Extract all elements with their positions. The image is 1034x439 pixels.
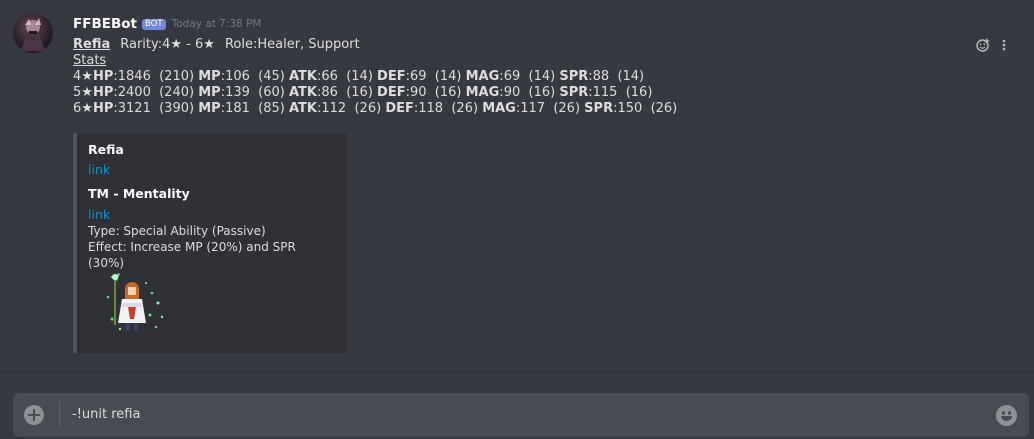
stat-bonus-def: (16) xyxy=(434,85,462,100)
stats-row-rarity: 4★ xyxy=(73,69,93,84)
stat-value-def: 90 xyxy=(409,85,427,100)
stat-value-spr: 88 xyxy=(592,69,610,84)
stat-bonus-hp: (210) xyxy=(159,69,195,84)
stat-value-mp: 106 xyxy=(225,69,250,84)
message-actions xyxy=(976,38,1006,55)
bot-tag: BOT xyxy=(141,18,166,30)
stat-value-mag: 117 xyxy=(520,101,546,116)
emoji-icon[interactable] xyxy=(996,405,1017,426)
stat-value-atk: 66 xyxy=(321,69,338,84)
stat-bonus-hp: (390) xyxy=(159,101,195,116)
stat-label-spr: SPR xyxy=(559,85,589,100)
stat-label-mp: MP xyxy=(198,101,221,116)
stats-row-rarity: 5★ xyxy=(73,85,93,100)
stat-label-def: DEF xyxy=(377,69,406,84)
stat-value-mp: 181 xyxy=(225,101,250,116)
unit-embed: Refia link TM - Mentality link Type: Spe… xyxy=(73,133,347,353)
stat-label-def: DEF xyxy=(385,101,414,116)
more-options-icon[interactable] xyxy=(1002,39,1006,54)
stat-label-mag: MAG xyxy=(482,101,516,116)
composer-separator xyxy=(59,401,60,429)
stat-label-mag: MAG xyxy=(465,69,500,84)
message-composer: -!unit refia xyxy=(13,393,1029,437)
stats-table: 4★HP:1846 (210) MP:106 (45) ATK:66 (14) … xyxy=(73,69,974,117)
message-content: FFBEBot BOT Today at 7:38 PM Refia Rarity… xyxy=(73,14,974,117)
stat-label-mp: MP xyxy=(198,69,221,84)
stat-label-hp: HP xyxy=(92,69,114,84)
bot-avatar[interactable] xyxy=(13,13,53,53)
stat-value-def: 118 xyxy=(418,101,444,116)
stat-bonus-spr: (26) xyxy=(650,101,678,116)
tm-effect: Effect: Increase MP (20%) and SPR (30%) xyxy=(88,240,296,270)
stat-bonus-def: (14) xyxy=(434,69,462,84)
stat-bonus-mag: (26) xyxy=(553,101,581,116)
stat-value-atk: 86 xyxy=(321,85,338,100)
stat-value-hp: 3121 xyxy=(117,101,151,116)
refia-sprite-image xyxy=(106,273,164,331)
tm-type: Type: Special Ability (Passive) xyxy=(88,224,266,238)
stat-value-spr: 115 xyxy=(592,85,618,100)
stats-label-line: Stats xyxy=(73,53,974,69)
chat-window: FFBEBot BOT Today at 7:38 PM Refia Rarity… xyxy=(0,0,1034,439)
stat-bonus-mag: (16) xyxy=(528,85,556,100)
stat-value-spr: 150 xyxy=(617,101,643,116)
embed-link-1[interactable]: link xyxy=(88,162,335,178)
stat-bonus-mag: (14) xyxy=(528,69,556,84)
stats-label: Stats xyxy=(73,53,107,68)
embed-link-2[interactable]: link xyxy=(88,207,335,223)
tm-title: TM - Mentality xyxy=(88,186,190,201)
stats-row: 4★HP:1846 (210) MP:106 (45) ATK:66 (14) … xyxy=(73,69,645,84)
stat-bonus-spr: (16) xyxy=(625,85,653,100)
avatar-art xyxy=(21,18,45,51)
stat-bonus-atk: (16) xyxy=(346,85,373,100)
unit-info-line: Refia Rarity:4★ - 6★ Role:Healer, Support xyxy=(73,37,974,53)
stats-row: 6★HP:3121 (390) MP:181 (85) ATK:112 (26)… xyxy=(73,101,678,116)
embed-title: Refia xyxy=(88,142,124,157)
message-header: FFBEBot BOT Today at 7:38 PM xyxy=(73,14,974,34)
bot-message: FFBEBot BOT Today at 7:38 PM Refia Rarity… xyxy=(0,0,1034,370)
add-reaction-icon[interactable] xyxy=(976,38,990,55)
stat-bonus-atk: (26) xyxy=(354,101,382,116)
stat-label-spr: SPR xyxy=(559,69,589,84)
stat-bonus-hp: (240) xyxy=(159,85,195,100)
stat-bonus-mp: (45) xyxy=(258,69,285,84)
stat-label-hp: HP xyxy=(92,101,114,116)
stat-value-mag: 90 xyxy=(503,85,521,100)
stat-value-atk: 112 xyxy=(321,101,347,116)
stat-value-mag: 69 xyxy=(503,69,521,84)
rarity-text: Rarity:4★ - 6★ xyxy=(120,37,215,52)
unit-name: Refia xyxy=(73,37,111,52)
stat-bonus-mp: (60) xyxy=(258,85,285,100)
stat-label-def: DEF xyxy=(377,85,406,100)
stat-label-atk: ATK xyxy=(289,85,317,100)
stats-row-rarity: 6★ xyxy=(73,101,93,116)
stat-value-def: 69 xyxy=(409,69,427,84)
plus-circle-icon[interactable] xyxy=(24,405,44,425)
stat-label-atk: ATK xyxy=(289,101,317,116)
stat-bonus-mp: (85) xyxy=(258,101,285,116)
stat-value-mp: 139 xyxy=(225,85,250,100)
username[interactable]: FFBEBot xyxy=(73,16,137,32)
timestamp: Today at 7:38 PM xyxy=(171,18,262,30)
stat-bonus-atk: (14) xyxy=(346,69,373,84)
stats-row: 5★HP:2400 (240) MP:139 (60) ATK:86 (16) … xyxy=(73,85,653,100)
stat-label-mag: MAG xyxy=(465,85,500,100)
stat-value-hp: 1846 xyxy=(117,69,151,84)
stat-value-hp: 2400 xyxy=(117,85,151,100)
stat-label-atk: ATK xyxy=(289,69,317,84)
stat-label-spr: SPR xyxy=(584,101,614,116)
stat-bonus-spr: (14) xyxy=(617,69,645,84)
stat-label-hp: HP xyxy=(92,85,114,100)
role-text: Role:Healer, Support xyxy=(224,37,360,52)
stat-bonus-def: (26) xyxy=(451,101,479,116)
composer-divider xyxy=(0,372,1034,373)
stat-label-mp: MP xyxy=(198,85,221,100)
message-input[interactable]: -!unit refia xyxy=(72,406,140,424)
